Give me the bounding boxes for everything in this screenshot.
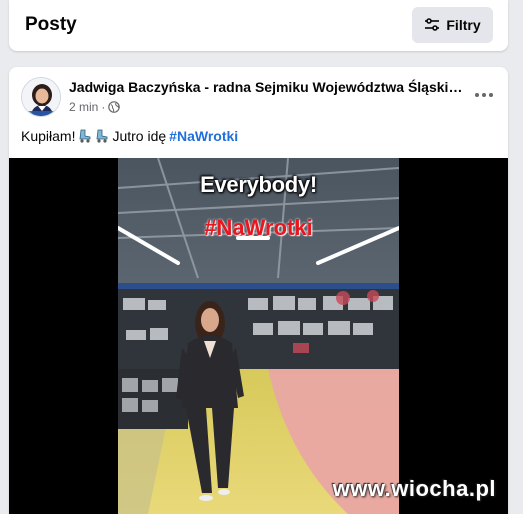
- post-text: Kupiłam! Jutro idę #NaWrotki: [21, 128, 238, 144]
- hashtag-link[interactable]: #NaWrotki: [169, 128, 238, 144]
- sliders-icon: [425, 18, 440, 31]
- roller-skate-icon: [80, 129, 91, 143]
- avatar[interactable]: [21, 77, 61, 117]
- more-options-button[interactable]: [472, 85, 496, 105]
- post-video[interactable]: Everybody! #NaWrotki www.wiocha.pl: [9, 158, 508, 514]
- post-card: Jadwiga Baczyńska - radna Sejmiku Wojewó…: [9, 67, 508, 514]
- filter-label: Filtry: [446, 17, 481, 33]
- store-scene-image: [118, 158, 399, 514]
- video-caption: Everybody!: [200, 172, 317, 197]
- filter-button[interactable]: Filtry: [412, 7, 493, 43]
- post-text-middle: Jutro idę: [112, 128, 167, 144]
- post-meta: 2 min ·: [69, 100, 121, 114]
- roller-skate-icon: [97, 129, 108, 143]
- more-dots-icon: [475, 93, 479, 97]
- post-time[interactable]: 2 min: [69, 100, 98, 114]
- video-hashtag-caption: #NaWrotki: [204, 215, 313, 240]
- meta-separator: ·: [101, 100, 106, 114]
- post-author[interactable]: Jadwiga Baczyńska - radna Sejmiku Wojewó…: [69, 79, 464, 95]
- posts-header: Posty Filtry: [9, 0, 508, 51]
- video-frame: Everybody! #NaWrotki: [118, 158, 399, 514]
- watermark: www.wiocha.pl: [332, 476, 496, 501]
- page-title: Posty: [25, 14, 77, 35]
- post-text-start: Kupiłam!: [21, 128, 76, 144]
- globe-icon[interactable]: [108, 101, 121, 113]
